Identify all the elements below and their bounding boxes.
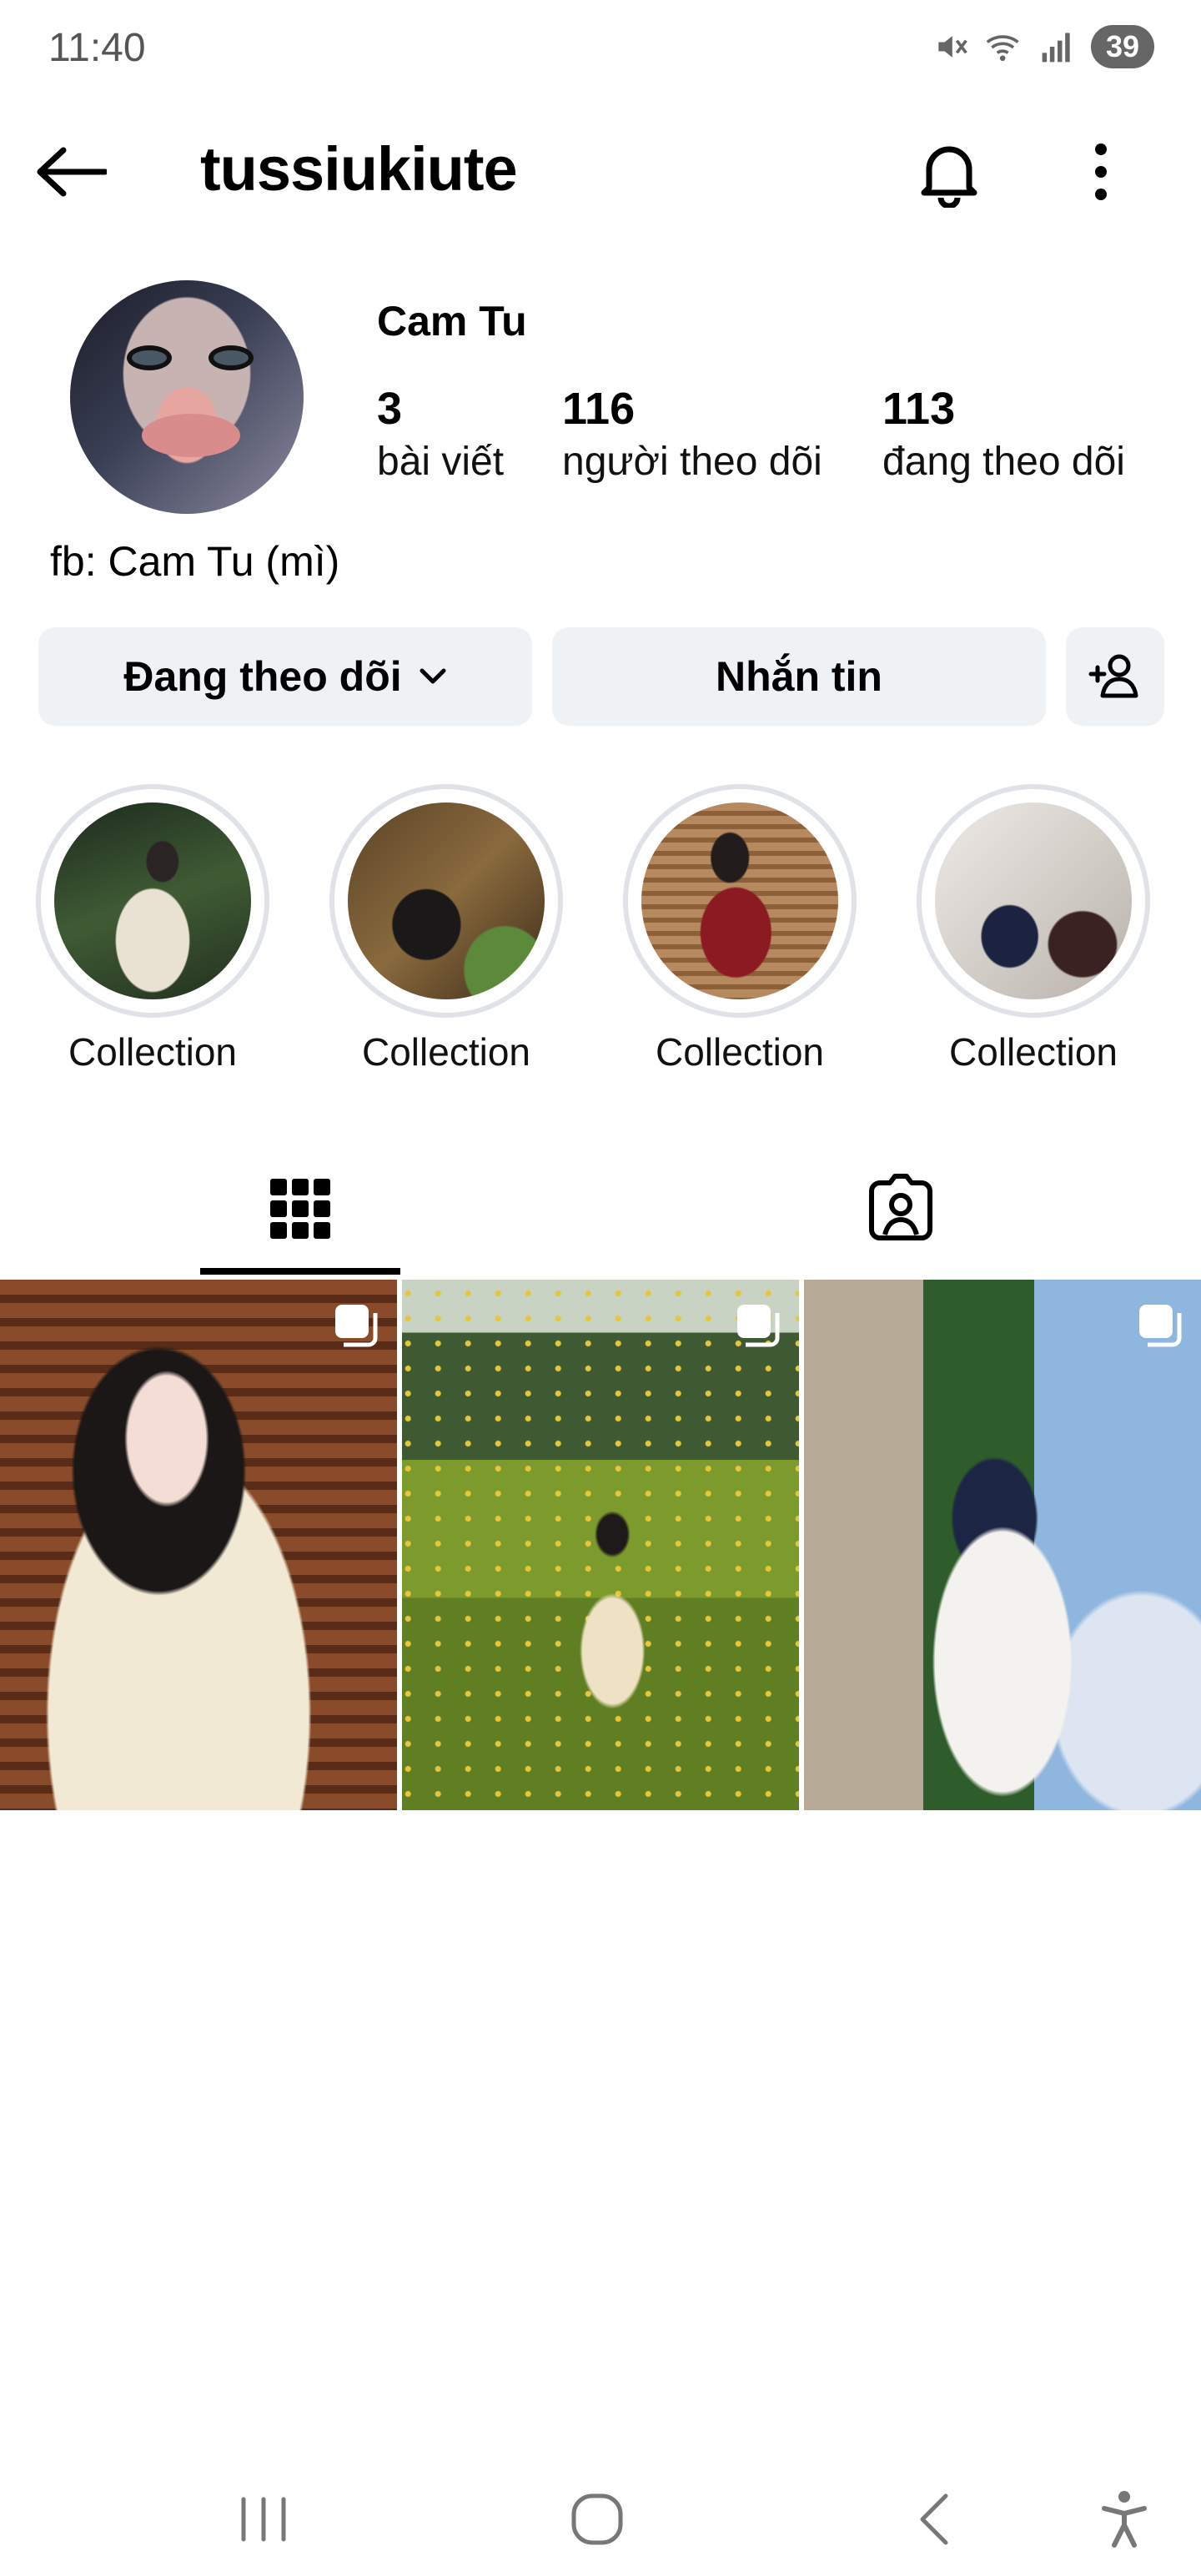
highlight-item[interactable]: Collection bbox=[32, 784, 274, 1074]
message-label: Nhắn tin bbox=[716, 653, 882, 700]
profile-header: tussiukiute bbox=[0, 125, 1201, 217]
bell-icon bbox=[921, 146, 977, 208]
carousel-icon bbox=[1139, 1305, 1182, 1347]
recent-apps-button[interactable] bbox=[214, 2478, 314, 2561]
stat-value: 3 bbox=[377, 384, 403, 434]
signal-icon bbox=[1039, 28, 1076, 65]
following-count[interactable]: 113 đang theo dõi bbox=[882, 382, 1125, 489]
back-chevron-icon bbox=[920, 2493, 948, 2545]
highlight-image bbox=[935, 802, 1132, 999]
stat-label: đang theo dõi bbox=[882, 440, 1125, 484]
back-button[interactable] bbox=[35, 140, 115, 204]
highlight-label: Collection bbox=[656, 1030, 824, 1074]
avatar[interactable] bbox=[70, 280, 304, 514]
highlight-label: Collection bbox=[68, 1030, 237, 1074]
message-button[interactable]: Nhắn tin bbox=[552, 627, 1046, 726]
followers-count[interactable]: 116 người theo dõi bbox=[562, 382, 822, 489]
avatar-mouth bbox=[142, 414, 240, 457]
carousel-icon bbox=[335, 1305, 378, 1347]
more-options-button[interactable] bbox=[1068, 132, 1134, 212]
stat-label: người theo dõi bbox=[562, 440, 822, 484]
highlight-ring bbox=[36, 784, 269, 1018]
post-thumbnail[interactable] bbox=[0, 1280, 397, 1810]
carousel-icon bbox=[737, 1305, 780, 1347]
accessibility-button[interactable] bbox=[1074, 2478, 1174, 2561]
avatar-eye bbox=[209, 345, 254, 370]
following-button[interactable]: Đang theo dõi bbox=[38, 627, 532, 726]
highlight-ring bbox=[623, 784, 857, 1018]
highlight-ring bbox=[917, 784, 1150, 1018]
stat-value: 113 bbox=[882, 384, 956, 434]
status-time: 11:40 bbox=[48, 26, 146, 70]
status-icons: 39 bbox=[932, 25, 1154, 68]
avatar-eye bbox=[127, 345, 172, 370]
accessibility-icon bbox=[1102, 2491, 1147, 2548]
display-name: Cam Tu bbox=[377, 298, 527, 345]
add-user-button[interactable] bbox=[1066, 627, 1164, 726]
grid-icon bbox=[270, 1179, 330, 1239]
notifications-button[interactable] bbox=[909, 132, 989, 212]
system-back-button[interactable] bbox=[884, 2478, 984, 2561]
status-bar: 11:40 39 bbox=[0, 0, 1201, 105]
wifi-icon bbox=[984, 28, 1024, 65]
following-label: Đang theo dõi bbox=[123, 653, 402, 700]
highlight-item[interactable]: Collection bbox=[912, 784, 1154, 1074]
story-highlights: Collection Collection Collection Collect… bbox=[0, 784, 1201, 1084]
battery-indicator: 39 bbox=[1090, 25, 1154, 68]
add-person-icon bbox=[1088, 654, 1138, 698]
stat-value: 116 bbox=[562, 384, 636, 434]
tab-tagged[interactable] bbox=[801, 1138, 1001, 1280]
highlight-image bbox=[54, 802, 251, 999]
highlight-item[interactable]: Collection bbox=[325, 784, 567, 1074]
mute-icon bbox=[932, 28, 969, 65]
page-title: tussiukiute bbox=[200, 134, 518, 204]
highlight-label: Collection bbox=[949, 1030, 1118, 1074]
post-thumbnail[interactable] bbox=[402, 1280, 799, 1810]
posts-grid bbox=[0, 1280, 1201, 1810]
profile-tabs bbox=[0, 1138, 1201, 1280]
highlight-image bbox=[348, 802, 545, 999]
chevron-down-icon bbox=[420, 668, 446, 684]
more-vertical-icon bbox=[1095, 143, 1107, 200]
tab-posts-grid[interactable] bbox=[200, 1138, 400, 1280]
highlight-label: Collection bbox=[362, 1030, 530, 1074]
highlight-item[interactable]: Collection bbox=[619, 784, 861, 1074]
highlight-image bbox=[641, 802, 838, 999]
arrow-left-icon bbox=[37, 147, 107, 197]
posts-count[interactable]: 3 bài viết bbox=[377, 382, 504, 489]
tagged-person-icon bbox=[869, 1174, 932, 1240]
active-tab-indicator bbox=[200, 1268, 400, 1275]
post-thumbnail[interactable] bbox=[804, 1280, 1201, 1810]
recent-apps-icon bbox=[241, 2497, 286, 2542]
home-button[interactable] bbox=[547, 2478, 647, 2561]
system-navigation-bar bbox=[0, 2461, 1201, 2576]
stat-label: bài viết bbox=[377, 440, 505, 484]
bio: fb: Cam Tu (mì) bbox=[50, 538, 340, 585]
highlight-ring bbox=[329, 784, 563, 1018]
home-icon bbox=[571, 2493, 623, 2545]
